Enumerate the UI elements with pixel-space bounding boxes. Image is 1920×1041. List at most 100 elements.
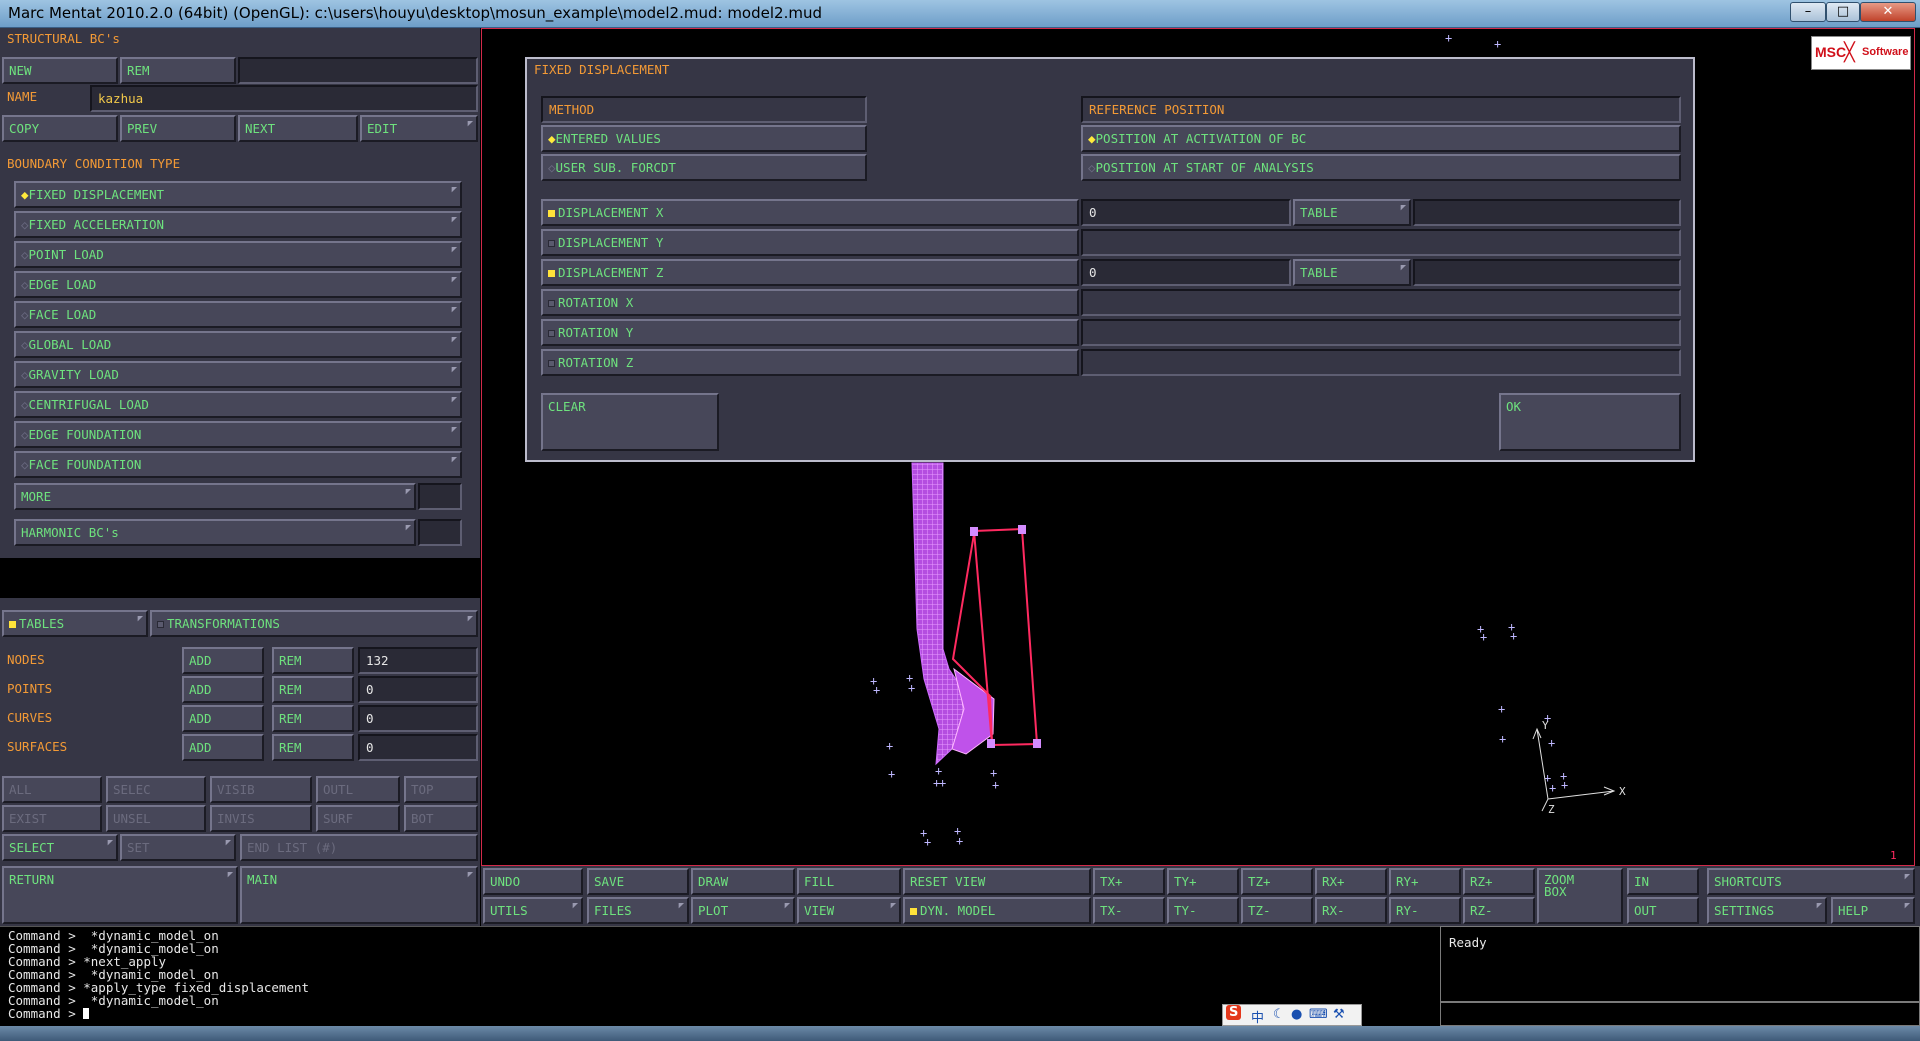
rotation-x-toggle[interactable]: ROTATION X [541, 289, 1079, 316]
user-sub-option[interactable]: ◇USER SUB. FORCDT [541, 154, 867, 181]
ref-start-option[interactable]: ◇POSITION AT START OF ANALYSIS [1081, 154, 1681, 181]
minimize-button[interactable]: – [1790, 2, 1826, 22]
return-button[interactable]: RETURN ◤ [2, 866, 238, 924]
maximize-button[interactable]: □ [1826, 2, 1860, 22]
bc-face-foundation[interactable]: ◇FACE FOUNDATION ◤ [14, 451, 462, 478]
end-list-button[interactable]: END LIST (#) [240, 834, 478, 861]
bc-edge-foundation[interactable]: ◇EDGE FOUNDATION ◤ [14, 421, 462, 448]
settings-button[interactable]: SETTINGS ◤ [1707, 897, 1827, 924]
surfaces-add-button[interactable]: ADD [182, 734, 264, 761]
select-outl-button[interactable]: OUTL [316, 776, 400, 803]
edit-button[interactable]: EDIT ◤ [360, 115, 478, 142]
select-button[interactable]: SELECT ◤ [2, 834, 118, 861]
bc-edge-load[interactable]: ◇EDGE LOAD ◤ [14, 271, 462, 298]
bc-gravity-load[interactable]: ◇GRAVITY LOAD ◤ [14, 361, 462, 388]
select-visib-button[interactable]: VISIB [210, 776, 312, 803]
zoom-box-button[interactable]: ZOOM BOX [1537, 868, 1623, 924]
ime-toolbar[interactable]: S 中 ☾ ● ⌨ ⚒ [1222, 1004, 1362, 1026]
bc-face-load[interactable]: ◇FACE LOAD ◤ [14, 301, 462, 328]
points-add-button[interactable]: ADD [182, 676, 264, 703]
ry-plus-button[interactable]: RY+ [1389, 868, 1461, 895]
tx-minus-button[interactable]: TX- [1093, 897, 1165, 924]
select-unsel-button[interactable]: UNSEL [106, 805, 206, 832]
tables-button[interactable]: TABLES ◤ [2, 610, 148, 637]
close-button[interactable]: ✕ [1860, 2, 1916, 22]
wrench-icon[interactable]: ⚒ [1333, 1007, 1345, 1022]
rx-plus-button[interactable]: RX+ [1315, 868, 1387, 895]
next-button[interactable]: NEXT [238, 115, 358, 142]
status-panel: Ready [1440, 926, 1920, 1002]
nodes-add-button[interactable]: ADD [182, 647, 264, 674]
select-surf-button[interactable]: SURF [316, 805, 400, 832]
surfaces-rem-button[interactable]: REM [272, 734, 354, 761]
help-button[interactable]: HELP ◤ [1831, 897, 1915, 924]
entered-values-option[interactable]: ◆ENTERED VALUES [541, 125, 867, 152]
select-exist-button[interactable]: EXIST [2, 805, 102, 832]
utils-button[interactable]: UTILS ◤ [483, 897, 583, 924]
rx-minus-button[interactable]: RX- [1315, 897, 1387, 924]
ty-plus-button[interactable]: TY+ [1167, 868, 1239, 895]
main-button[interactable]: MAIN ◤ [240, 866, 478, 924]
moon-icon[interactable]: ☾ [1273, 1007, 1285, 1022]
bc-fixed-displacement[interactable]: ◆FIXED DISPLACEMENT ◤ [14, 181, 462, 208]
nodes-rem-button[interactable]: REM [272, 647, 354, 674]
displacement-x-table-button[interactable]: TABLE ◤ [1293, 199, 1411, 226]
rotation-z-toggle[interactable]: ROTATION Z [541, 349, 1079, 376]
save-button[interactable]: SAVE [587, 868, 689, 895]
copy-button[interactable]: COPY [2, 115, 118, 142]
curves-add-button[interactable]: ADD [182, 705, 264, 732]
bc-point-load[interactable]: ◇POINT LOAD ◤ [14, 241, 462, 268]
draw-button[interactable]: DRAW [691, 868, 795, 895]
shortcuts-button[interactable]: SHORTCUTS ◤ [1707, 868, 1915, 895]
prev-button[interactable]: PREV [120, 115, 236, 142]
name-field[interactable]: kazhua [90, 85, 478, 112]
command-prompt[interactable]: Command > [8, 1006, 90, 1021]
plot-button[interactable]: PLOT ◤ [691, 897, 795, 924]
zoom-in-button[interactable]: IN [1627, 868, 1699, 895]
files-button[interactable]: FILES ◤ [587, 897, 689, 924]
transformations-button[interactable]: TRANSFORMATIONS ◤ [150, 610, 478, 637]
tz-plus-button[interactable]: TZ+ [1241, 868, 1313, 895]
fill-button[interactable]: FILL [797, 868, 901, 895]
more-button[interactable]: MORE ◤ [14, 483, 416, 510]
rotation-y-toggle[interactable]: ROTATION Y [541, 319, 1079, 346]
rz-plus-button[interactable]: RZ+ [1463, 868, 1535, 895]
displacement-x-value[interactable]: 0 [1081, 199, 1291, 226]
displacement-y-toggle[interactable]: DISPLACEMENT Y [541, 229, 1079, 256]
tz-minus-button[interactable]: TZ- [1241, 897, 1313, 924]
select-invis-button[interactable]: INVIS [210, 805, 312, 832]
ref-activation-option[interactable]: ◆POSITION AT ACTIVATION OF BC [1081, 125, 1681, 152]
bc-centrifugal-load[interactable]: ◇CENTRIFUGAL LOAD ◤ [14, 391, 462, 418]
ok-button[interactable]: OK [1499, 393, 1681, 451]
harmonic-bc-button[interactable]: HARMONIC BC's ◤ [14, 519, 416, 546]
zoom-out-button[interactable]: OUT [1627, 897, 1699, 924]
select-bot-button[interactable]: BOT [404, 805, 478, 832]
displacement-z-toggle[interactable]: DISPLACEMENT Z [541, 259, 1079, 286]
ty-minus-button[interactable]: TY- [1167, 897, 1239, 924]
points-rem-button[interactable]: REM [272, 676, 354, 703]
curves-rem-button[interactable]: REM [272, 705, 354, 732]
bc-global-load[interactable]: ◇GLOBAL LOAD ◤ [14, 331, 462, 358]
clear-button[interactable]: CLEAR [541, 393, 719, 451]
set-button[interactable]: SET ◤ [120, 834, 236, 861]
reset-view-button[interactable]: RESET VIEW [903, 868, 1091, 895]
microphone-icon[interactable]: ● [1291, 1007, 1302, 1022]
dyn-model-toggle[interactable]: DYN. MODEL [903, 897, 1091, 924]
ry-minus-button[interactable]: RY- [1389, 897, 1461, 924]
msc-logo: MSC ╳ Software [1811, 36, 1911, 70]
bc-fixed-acceleration[interactable]: ◇FIXED ACCELERATION ◤ [14, 211, 462, 238]
select-all-button[interactable]: ALL [2, 776, 102, 803]
tx-plus-button[interactable]: TX+ [1093, 868, 1165, 895]
displacement-z-table-button[interactable]: TABLE ◤ [1293, 259, 1411, 286]
rem-button[interactable]: REM [120, 57, 236, 84]
displacement-z-value[interactable]: 0 [1081, 259, 1291, 286]
new-button[interactable]: NEW [2, 57, 118, 84]
rz-minus-button[interactable]: RZ- [1463, 897, 1535, 924]
select-top-button[interactable]: TOP [404, 776, 478, 803]
view-button[interactable]: VIEW ◤ [797, 897, 901, 924]
undo-button[interactable]: UNDO [483, 868, 583, 895]
ime-language[interactable]: 中 [1251, 1007, 1264, 1026]
keyboard-icon[interactable]: ⌨ [1309, 1007, 1328, 1022]
select-selec-button[interactable]: SELEC [106, 776, 206, 803]
displacement-x-toggle[interactable]: DISPLACEMENT X [541, 199, 1079, 226]
